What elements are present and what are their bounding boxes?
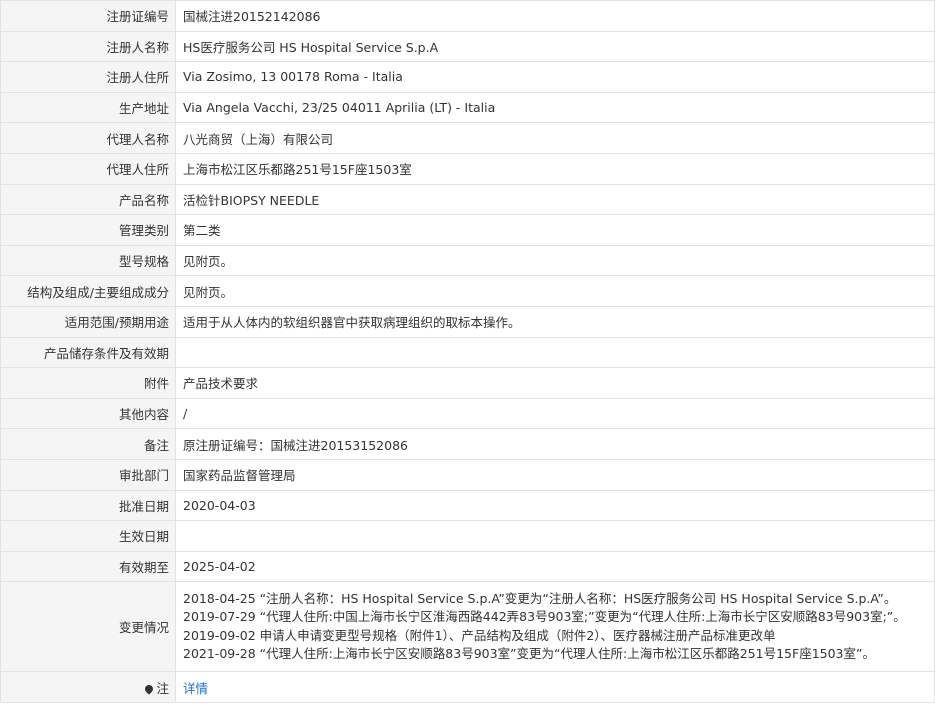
row-label: 管理类别 <box>0 214 176 246</box>
row-label: 产品名称 <box>0 183 176 216</box>
row-value: Via Angela Vacchi, 23/25 04011 Aprilia (… <box>175 91 935 124</box>
info-row: 生产地址 Via Angela Vacchi, 23/25 04011 April… <box>0 91 935 124</box>
row-value: 国械注进20152142086 <box>175 0 935 32</box>
row-value: 活检针BIOPSY NEEDLE <box>175 183 935 216</box>
row-value: Via Zosimo, 13 00178 Roma - Italia <box>175 61 935 93</box>
info-row: 注册证编号 国械注进20152142086 <box>0 0 935 32</box>
change-line: 2021-09-28 “代理人住所:上海市长宁区安顺路83号903室”变更为“代… <box>183 646 875 662</box>
note-label: 注 <box>156 680 169 696</box>
info-row: 备注 原注册证编号：国械注进20153152086 <box>0 428 935 460</box>
row-label: 附件 <box>0 367 176 399</box>
info-rows: 注册证编号 国械注进20152142086 注册人名称 HS医疗服务公司 HS Hos… <box>0 0 935 583</box>
row-value: 第二类 <box>175 214 935 246</box>
info-row: 注册人住所 Via Zosimo, 13 00178 Roma - Italia <box>0 61 935 93</box>
row-label: 生效日期 <box>0 520 176 552</box>
row-label: 适用范围/预期用途 <box>0 305 176 338</box>
row-label: 生产地址 <box>0 91 176 124</box>
row-label: 产品储存条件及有效期 <box>0 336 176 369</box>
row-label: 代理人住所 <box>0 152 176 185</box>
info-row: 附件 产品技术要求 <box>0 367 935 399</box>
info-row: 产品储存条件及有效期 <box>0 336 935 369</box>
row-value: 2025-04-02 <box>175 550 935 583</box>
note-cell: 详情 <box>175 671 935 703</box>
row-label: 审批部门 <box>0 458 176 491</box>
row-label: 注册人住所 <box>0 61 176 93</box>
details-link[interactable]: 详情 <box>183 681 208 696</box>
map-pin-icon <box>143 682 156 695</box>
row-value: 见附页。 <box>175 275 935 307</box>
info-row: 结构及组成/主要组成成分 见附页。 <box>0 275 935 307</box>
row-value <box>175 520 935 552</box>
registration-info-table: 注册证编号 国械注进20152142086 注册人名称 HS医疗服务公司 HS Hos… <box>0 0 935 703</box>
info-row: 审批部门 国家药品监督管理局 <box>0 458 935 491</box>
row-value: 2020-04-03 <box>175 489 935 522</box>
row-value: 原注册证编号：国械注进20153152086 <box>175 428 935 460</box>
info-row: 有效期至 2025-04-02 <box>0 550 935 583</box>
row-label: 代理人名称 <box>0 122 176 154</box>
row-value: / <box>175 397 935 430</box>
row-value: 八光商贸（上海）有限公司 <box>175 122 935 154</box>
row-note: 注 详情 <box>0 671 935 703</box>
info-row: 产品名称 活检针BIOPSY NEEDLE <box>0 183 935 216</box>
info-row: 代理人住所 上海市松江区乐都路251号15F座1503室 <box>0 152 935 185</box>
row-label: 型号规格 <box>0 244 176 277</box>
row-value: 适用于从人体内的软组织器官中获取病理组织的取标本操作。 <box>175 305 935 338</box>
changes-cell: 2018-04-25 “注册人名称：HS Hospital Service S.… <box>175 581 935 673</box>
info-row: 批准日期 2020-04-03 <box>0 489 935 522</box>
info-row: 管理类别 第二类 <box>0 214 935 246</box>
row-label: 变更情况 <box>0 581 176 673</box>
row-label: 备注 <box>0 428 176 460</box>
row-value: 国家药品监督管理局 <box>175 458 935 491</box>
row-value: 上海市松江区乐都路251号15F座1503室 <box>175 152 935 185</box>
info-row: 其他内容 / <box>0 397 935 430</box>
row-label: 注册证编号 <box>0 0 176 32</box>
row-label: 有效期至 <box>0 550 176 583</box>
row-value: HS医疗服务公司 HS Hospital Service S.p.A <box>175 30 935 63</box>
info-row: 适用范围/预期用途 适用于从人体内的软组织器官中获取病理组织的取标本操作。 <box>0 305 935 338</box>
info-row: 代理人名称 八光商贸（上海）有限公司 <box>0 122 935 154</box>
info-row: 生效日期 <box>0 520 935 552</box>
note-label-cell: 注 <box>0 671 176 703</box>
info-row: 型号规格 见附页。 <box>0 244 935 277</box>
change-line: 2019-07-29 “代理人住所:中国上海市长宁区淮海西路442弄83号903… <box>183 609 906 625</box>
row-label: 注册人名称 <box>0 30 176 63</box>
change-line: 2019-09-02 申请人申请变更型号规格（附件1）、产品结构及组成（附件2）… <box>183 627 776 643</box>
row-label: 其他内容 <box>0 397 176 430</box>
row-value: 产品技术要求 <box>175 367 935 399</box>
row-label: 批准日期 <box>0 489 176 522</box>
row-value: 见附页。 <box>175 244 935 277</box>
change-line: 2018-04-25 “注册人名称：HS Hospital Service S.… <box>183 590 897 606</box>
info-row: 注册人名称 HS医疗服务公司 HS Hospital Service S.p.A <box>0 30 935 63</box>
row-value <box>175 336 935 369</box>
row-label: 结构及组成/主要组成成分 <box>0 275 176 307</box>
row-changes: 变更情况 2018-04-25 “注册人名称：HS Hospital Servi… <box>0 581 935 673</box>
